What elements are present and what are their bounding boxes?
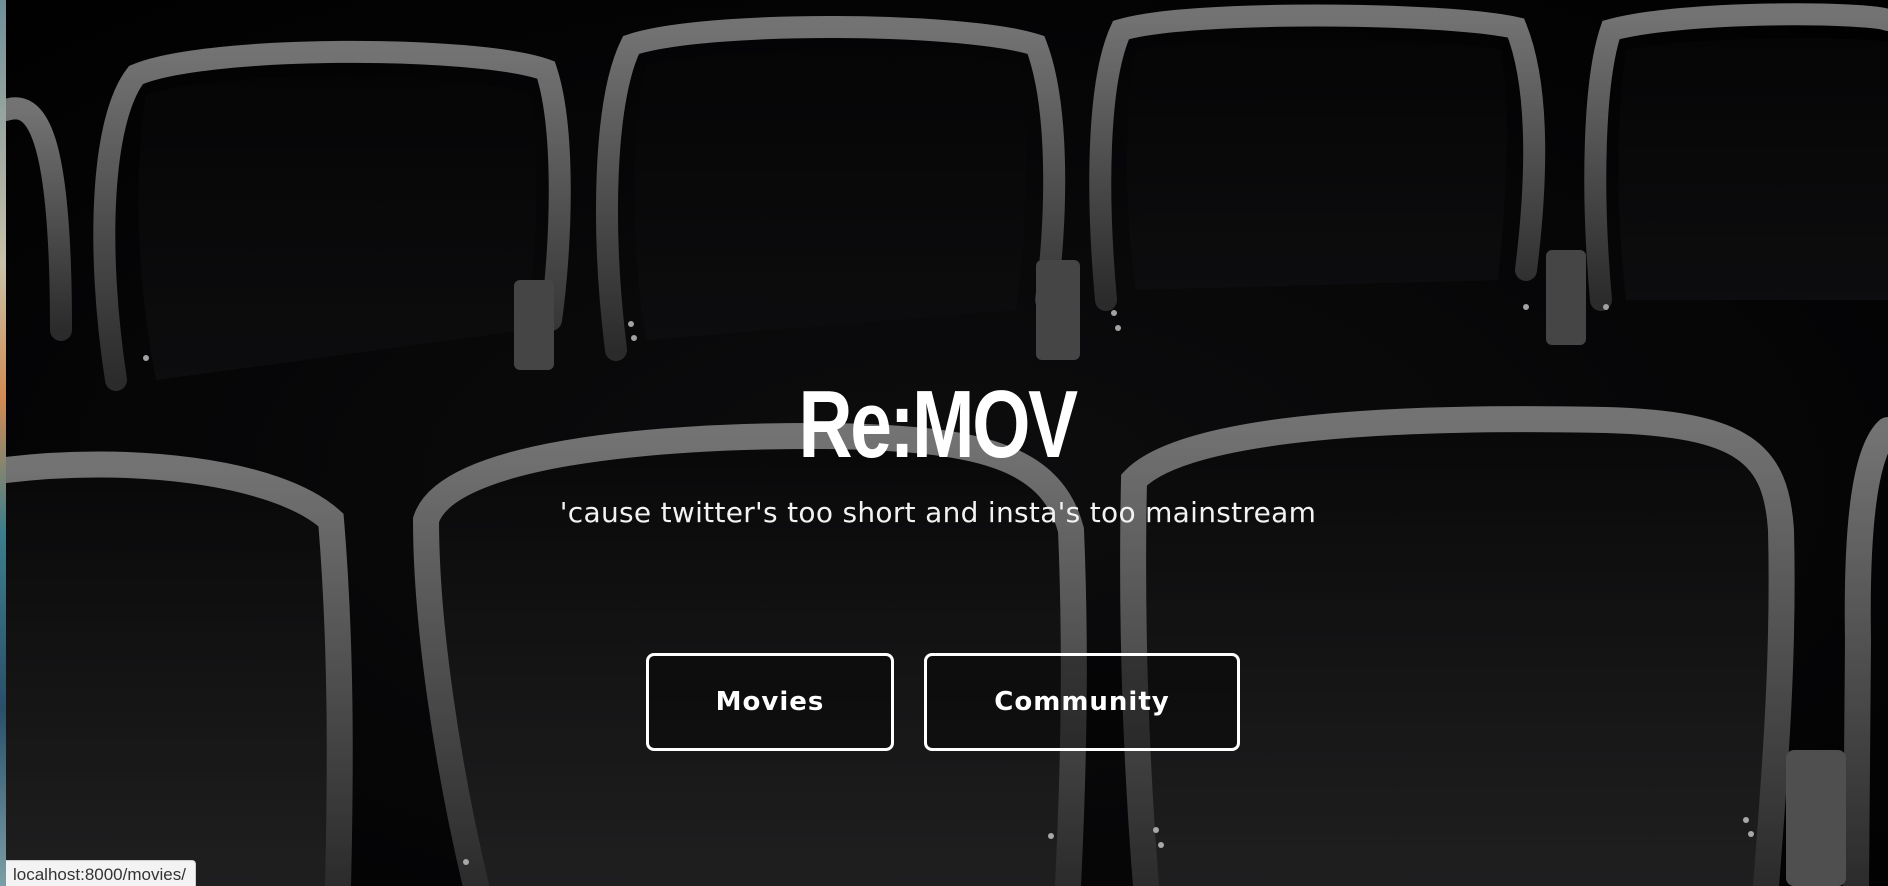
site-title: Re:MOV	[798, 371, 1079, 478]
movies-button[interactable]: Movies	[646, 653, 894, 751]
status-bar-url: localhost:8000/movies/	[6, 860, 196, 886]
landing-page: Re:MOV 'cause twitter's too short and in…	[0, 0, 1888, 886]
site-tagline: 'cause twitter's too short and insta's t…	[559, 496, 1317, 529]
community-button[interactable]: Community	[924, 653, 1240, 751]
